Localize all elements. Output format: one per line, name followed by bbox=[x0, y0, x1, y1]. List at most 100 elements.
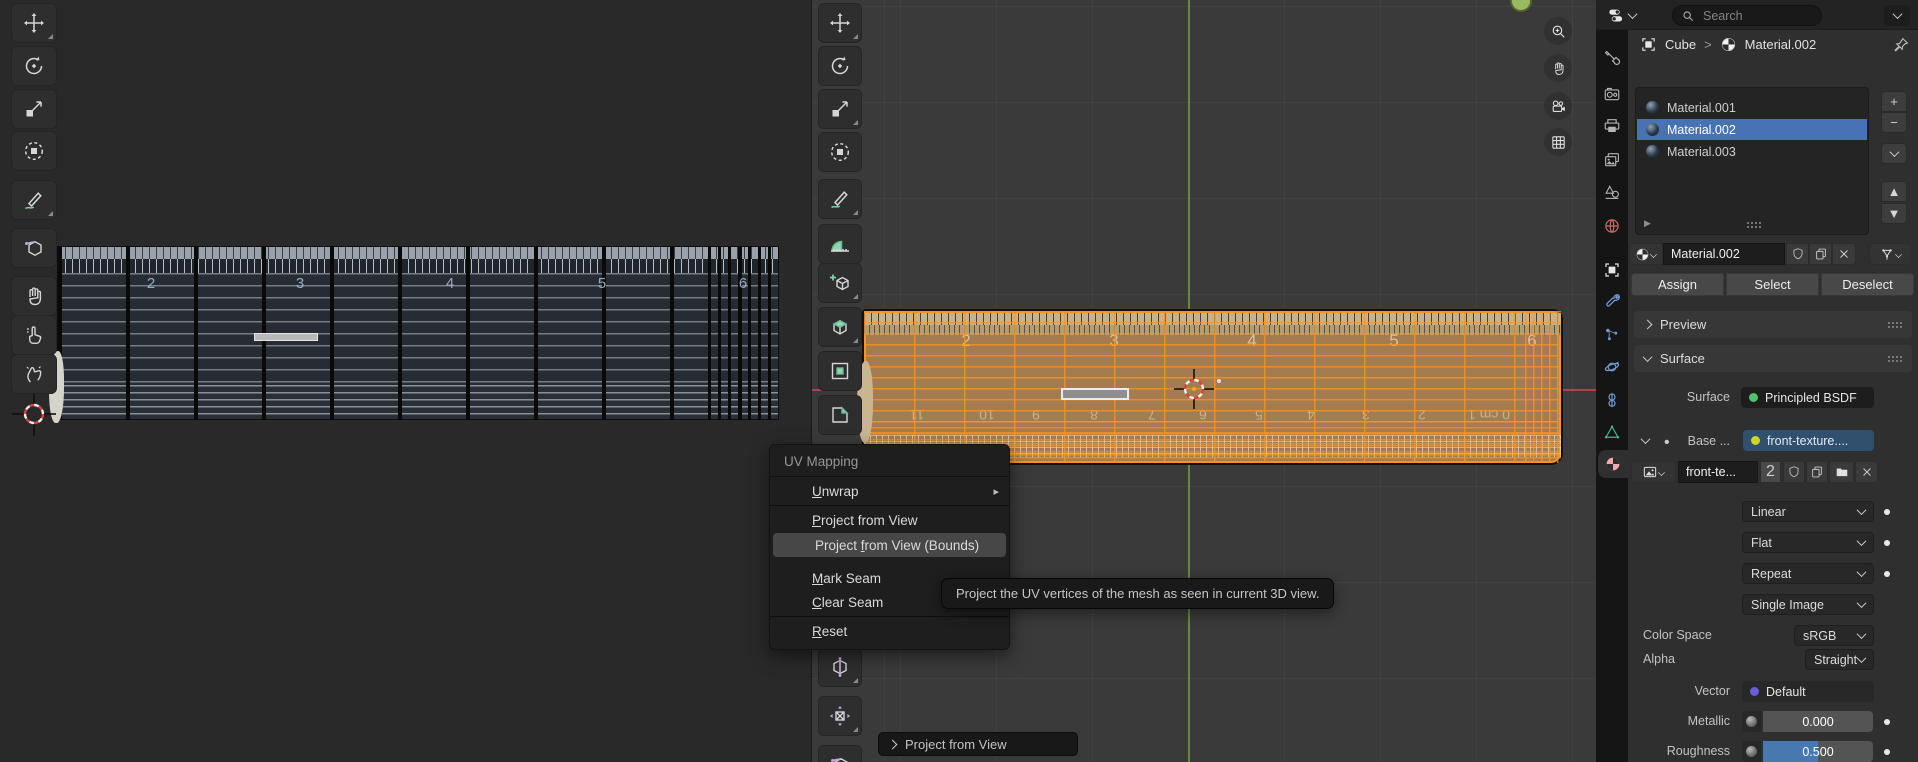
material-name-field[interactable]: Material.002 bbox=[1663, 243, 1785, 265]
slot-specials-button[interactable] bbox=[1881, 143, 1907, 164]
select-button[interactable]: Select bbox=[1726, 273, 1819, 296]
tab-view-layer[interactable] bbox=[1596, 146, 1628, 174]
loop-cut-tool-button[interactable] bbox=[818, 647, 862, 687]
annotate-tool-button[interactable] bbox=[818, 179, 862, 219]
list-resize-grip[interactable] bbox=[1746, 221, 1761, 229]
editor-type-button[interactable] bbox=[1601, 4, 1641, 26]
surface-shader-button[interactable]: Principled BSDF bbox=[1741, 387, 1874, 408]
menu-item-reset[interactable]: Reset bbox=[770, 619, 1009, 643]
image-name-field[interactable]: front-te... bbox=[1678, 461, 1758, 483]
active-face-highlight bbox=[1061, 388, 1129, 400]
copy-icon[interactable] bbox=[1809, 243, 1832, 265]
scale-tool-button[interactable] bbox=[11, 89, 57, 129]
alpha-dropdown[interactable]: Straight bbox=[1805, 649, 1874, 670]
move-slot-down-button[interactable]: ▼ bbox=[1881, 203, 1907, 224]
shear-tool-button[interactable] bbox=[818, 745, 862, 762]
tab-tool[interactable] bbox=[1596, 44, 1628, 72]
transform-tool-button[interactable] bbox=[11, 131, 57, 171]
uv-unwrap-mesh[interactable]: 2 3 4 5 6 bbox=[57, 246, 779, 420]
image-users-count[interactable]: 2 bbox=[1760, 461, 1781, 483]
projection-dropdown[interactable]: Flat bbox=[1742, 532, 1874, 553]
copy-icon[interactable] bbox=[1806, 461, 1828, 483]
breadcrumb-material[interactable]: Material.002 bbox=[1745, 37, 1817, 52]
operator-redo-panel[interactable]: Project from View bbox=[878, 732, 1078, 756]
transform-tool-button[interactable] bbox=[818, 132, 862, 172]
base-color-texture-button[interactable]: front-texture.... bbox=[1743, 430, 1874, 451]
tab-constraints[interactable] bbox=[1596, 386, 1628, 414]
add-slot-button[interactable]: + bbox=[1881, 91, 1907, 112]
rotate-tool-button[interactable] bbox=[818, 46, 862, 86]
move-tool-button[interactable] bbox=[818, 3, 862, 43]
deselect-button[interactable]: Deselect bbox=[1821, 273, 1914, 296]
tab-world[interactable] bbox=[1596, 212, 1628, 240]
green-socket-icon bbox=[1749, 393, 1758, 402]
roughness-socket[interactable] bbox=[1742, 741, 1761, 762]
pin-icon[interactable] bbox=[1892, 36, 1910, 54]
extrude-region-tool-button[interactable] bbox=[818, 307, 862, 347]
list-item-material-002-selected[interactable]: Material.002 bbox=[1637, 119, 1867, 140]
unlink-close-icon[interactable] bbox=[1855, 461, 1878, 483]
tab-physics[interactable] bbox=[1596, 353, 1628, 381]
metallic-socket[interactable] bbox=[1742, 711, 1761, 732]
menu-item-project-from-view-bounds[interactable]: Project from View (Bounds) bbox=[773, 533, 1006, 557]
pan-hand-icon[interactable] bbox=[1544, 54, 1572, 82]
cube-tool-button[interactable] bbox=[11, 228, 57, 268]
roughness-slider[interactable]: 0.500 bbox=[1763, 741, 1873, 762]
header-options-button[interactable] bbox=[1884, 5, 1910, 26]
fake-user-shield-icon[interactable] bbox=[1783, 461, 1805, 483]
material-slot-list[interactable]: Material.001 Material.002 Material.003 ▶ bbox=[1635, 87, 1869, 235]
panel-drag-grip[interactable] bbox=[1887, 355, 1902, 363]
panel-drag-grip[interactable] bbox=[1887, 321, 1902, 329]
tab-output[interactable] bbox=[1596, 112, 1628, 140]
list-expand-icon[interactable]: ▶ bbox=[1644, 218, 1651, 229]
browse-material-button[interactable] bbox=[1629, 243, 1663, 265]
tab-scene[interactable] bbox=[1596, 178, 1628, 206]
surface-panel-header[interactable]: Surface bbox=[1634, 345, 1912, 372]
color-space-dropdown[interactable]: sRGB bbox=[1794, 625, 1874, 646]
menu-item-project-from-view[interactable]: Project from View bbox=[770, 508, 1009, 532]
browse-image-button[interactable] bbox=[1631, 461, 1676, 483]
socket-dot bbox=[1884, 509, 1890, 515]
rotate-tool-button[interactable] bbox=[11, 46, 57, 86]
fake-user-shield-icon[interactable] bbox=[1786, 243, 1809, 265]
search-box[interactable] bbox=[1672, 5, 1822, 26]
pinch-tool-button[interactable] bbox=[11, 354, 57, 394]
bevel-tool-button[interactable] bbox=[818, 395, 862, 435]
annotate-tool-button[interactable] bbox=[11, 180, 57, 220]
ortho-grid-icon[interactable] bbox=[1544, 128, 1572, 156]
vector-input-button[interactable]: Default bbox=[1742, 681, 1874, 702]
shrink-fatten-tool-button[interactable] bbox=[818, 696, 862, 736]
socket-dot bbox=[1884, 749, 1890, 755]
tab-particles[interactable] bbox=[1596, 321, 1628, 349]
zoom-icon[interactable] bbox=[1544, 17, 1572, 45]
list-item-material-003[interactable]: Material.003 bbox=[1637, 141, 1867, 162]
metallic-slider[interactable]: 0.000 bbox=[1763, 711, 1873, 732]
tab-object[interactable] bbox=[1596, 256, 1628, 284]
tab-modifiers[interactable] bbox=[1596, 288, 1628, 316]
camera-view-icon[interactable] bbox=[1544, 92, 1572, 120]
preview-panel-header[interactable]: Preview bbox=[1634, 311, 1912, 338]
unlink-close-icon[interactable] bbox=[1832, 243, 1856, 265]
assign-button[interactable]: Assign bbox=[1631, 273, 1724, 296]
remove-slot-button[interactable]: − bbox=[1881, 112, 1907, 133]
inset-faces-tool-button[interactable] bbox=[818, 351, 862, 391]
node-specials-button[interactable] bbox=[1869, 243, 1911, 265]
grab-tool-button[interactable] bbox=[11, 276, 57, 316]
tab-render[interactable] bbox=[1596, 80, 1628, 108]
tab-object-data[interactable] bbox=[1596, 418, 1628, 446]
search-input[interactable] bbox=[1701, 8, 1801, 24]
measure-tool-button[interactable] bbox=[818, 224, 862, 264]
menu-item-unwrap[interactable]: Unwrap ▸ bbox=[770, 479, 1009, 503]
move-slot-up-button[interactable]: ▲ bbox=[1881, 181, 1907, 202]
breadcrumb-object[interactable]: Cube bbox=[1665, 37, 1696, 52]
add-cube-tool-button[interactable] bbox=[818, 263, 862, 303]
scale-tool-button[interactable] bbox=[818, 89, 862, 129]
tab-material[interactable] bbox=[1598, 450, 1628, 478]
extension-dropdown[interactable]: Repeat bbox=[1742, 563, 1874, 584]
move-tool-button[interactable] bbox=[11, 3, 57, 43]
list-item-material-001[interactable]: Material.001 bbox=[1637, 97, 1867, 118]
interpolation-dropdown[interactable]: Linear bbox=[1742, 501, 1874, 522]
relax-tool-button[interactable] bbox=[11, 315, 57, 355]
open-folder-icon[interactable] bbox=[1829, 461, 1854, 483]
source-dropdown[interactable]: Single Image bbox=[1742, 594, 1874, 615]
